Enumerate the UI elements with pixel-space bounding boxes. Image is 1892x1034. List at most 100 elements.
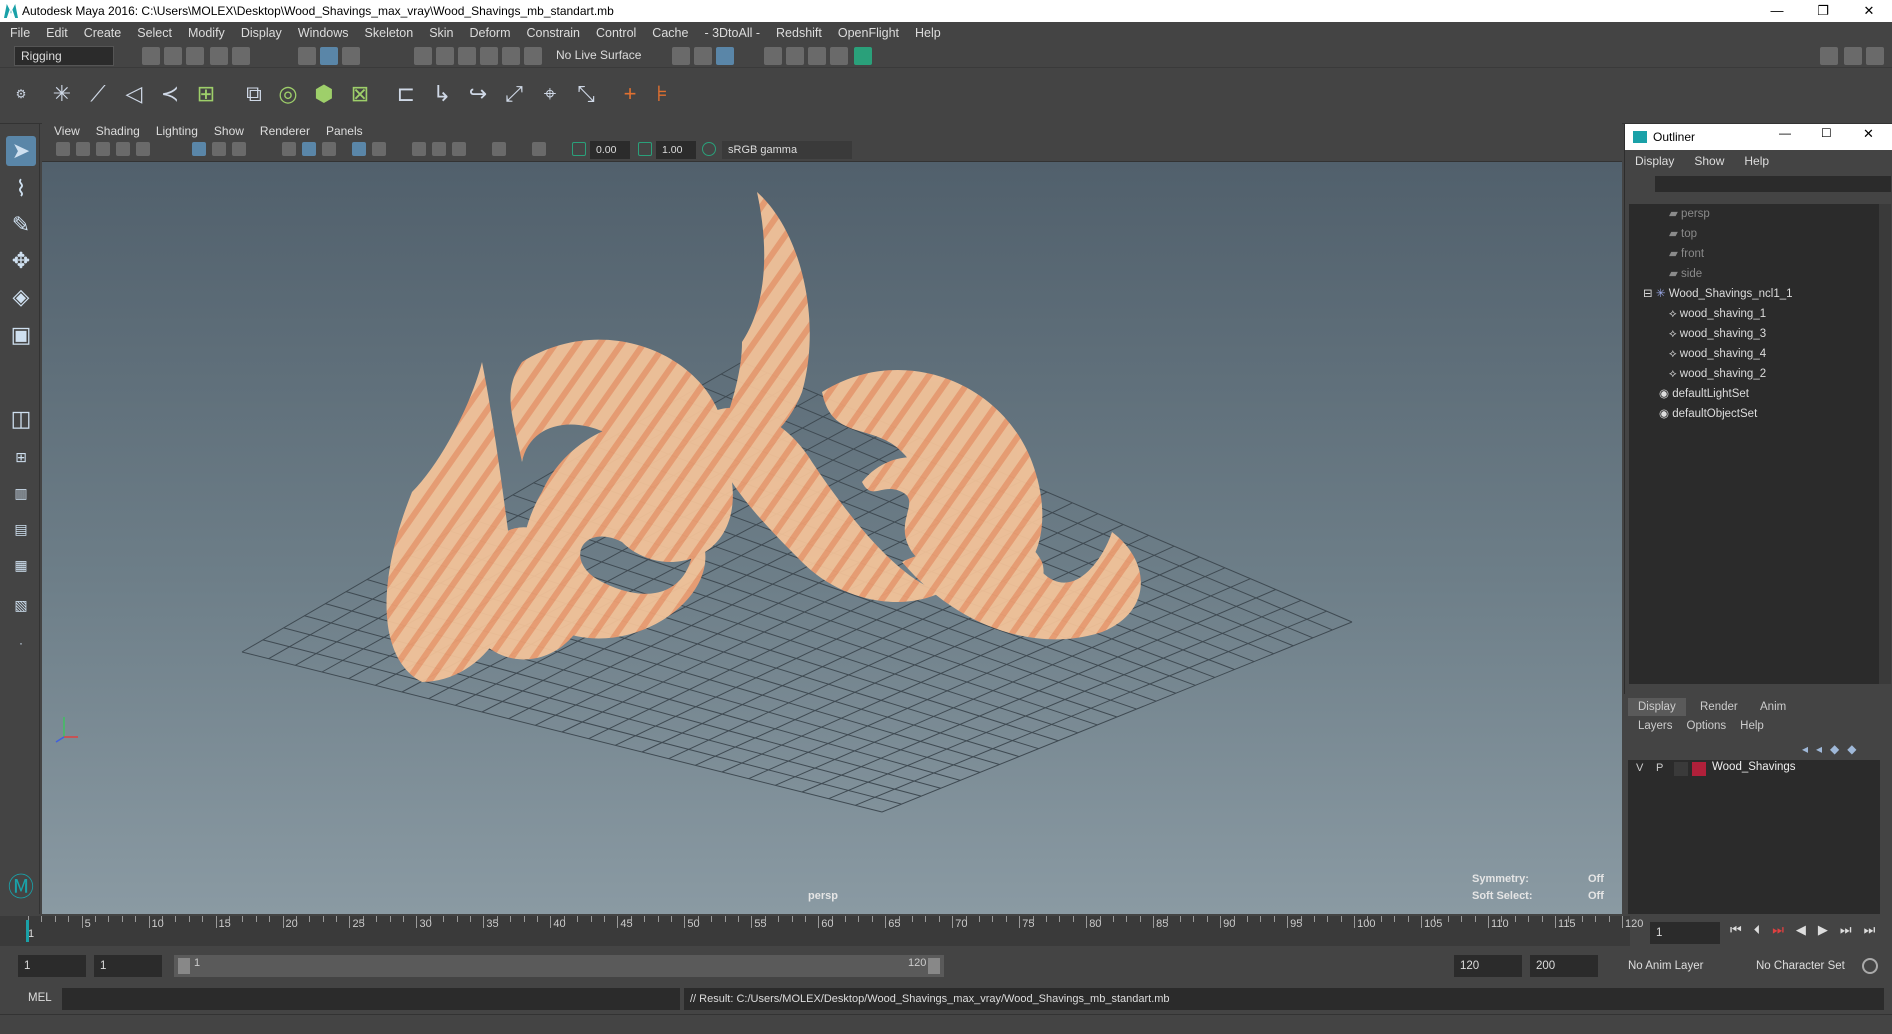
snap-point-icon[interactable] [458,47,476,65]
menu-skin[interactable]: Skin [429,26,453,40]
film-gate-icon[interactable] [212,142,226,156]
vp-menu-shading[interactable]: Shading [96,124,140,138]
range-end-handle[interactable] [928,958,940,974]
render-region-icon[interactable] [786,47,804,65]
scene-end-field[interactable]: 200 [1530,955,1598,977]
outliner-item-shaving-1[interactable]: ⟡ wood_shaving_1 [1669,304,1766,324]
command-input[interactable] [62,988,680,1010]
construction-history-icon[interactable] [716,47,734,65]
outliner-menu-display[interactable]: Display [1635,154,1674,168]
menu-openflight[interactable]: OpenFlight [838,26,899,40]
outliner-item-group[interactable]: ⊟ ✳ Wood_Shavings_ncl1_1 [1643,284,1793,304]
menu-skeleton[interactable]: Skeleton [365,26,414,40]
tab-display[interactable]: Display [1628,698,1686,716]
playback-start-field[interactable]: 1 [94,955,162,977]
cluster-icon[interactable]: ⬢ [308,78,340,110]
ik-spline-icon[interactable]: ◁ [118,78,150,110]
outliner-filter-field[interactable] [1655,176,1891,192]
outliner-item-persp[interactable]: ▰ persp [1669,204,1710,224]
menu-deform[interactable]: Deform [470,26,511,40]
close-button[interactable]: ✕ [1846,0,1892,22]
tab-render[interactable]: Render [1690,698,1748,716]
character-set-dropdown[interactable]: No Character Set [1750,955,1862,977]
vp-menu-show[interactable]: Show [214,124,244,138]
scene-start-field[interactable]: 1 [18,955,86,977]
wireframe-icon[interactable] [282,142,296,156]
layer-menu-layers[interactable]: Layers [1638,720,1673,732]
outliner-item-front[interactable]: ▰ front [1669,244,1704,264]
menu-edit[interactable]: Edit [46,26,68,40]
ik-fk-switch-icon[interactable]: ⊧ [646,78,678,110]
attribute-editor-icon[interactable] [1866,47,1884,65]
render-frame-icon[interactable] [764,47,782,65]
menu-modify[interactable]: Modify [188,26,225,40]
persp-uv-icon[interactable]: ▧ [6,590,36,620]
four-view-icon[interactable]: ⊞ [6,442,36,472]
grid-toggle-icon[interactable] [192,142,206,156]
menu-display[interactable]: Display [241,26,282,40]
output-ops-icon[interactable] [694,47,712,65]
pole-vector-icon[interactable]: ⤡ [570,78,602,110]
menu-control[interactable]: Control [596,26,636,40]
outliner-menu-help[interactable]: Help [1744,154,1769,168]
shadows-icon[interactable] [412,142,426,156]
playback-end-field[interactable]: 120 [1454,955,1522,977]
move-tool-icon[interactable]: ✥ [6,246,36,276]
render-settings-icon[interactable] [830,47,848,65]
snap-vertex-icon[interactable] [524,47,542,65]
outliner-scrollbar[interactable] [1879,204,1891,684]
step-back-key-icon[interactable]: ⏴ [1754,922,1761,938]
menu-3dtoall[interactable]: - 3DtoAll - [704,26,760,40]
vp-menu-lighting[interactable]: Lighting [156,124,198,138]
menu-cache[interactable]: Cache [652,26,688,40]
layer-visibility-toggle[interactable]: V [1636,762,1643,774]
smooth-shade-icon[interactable] [302,142,316,156]
camera-attributes-icon[interactable] [76,142,90,156]
ipr-render-icon[interactable] [808,47,826,65]
layer-color-swatch[interactable] [1692,762,1706,776]
play-forwards-icon[interactable]: ▶ [1818,922,1828,938]
colorspace-dropdown[interactable]: sRGB gamma [722,141,852,159]
lattice-icon[interactable]: ◎ [272,78,304,110]
anti-aliasing-icon[interactable] [452,142,466,156]
xray-icon[interactable] [532,142,546,156]
anim-layer-dropdown[interactable]: No Anim Layer [1622,955,1740,977]
insert-joint-icon[interactable]: ≺ [154,78,186,110]
resolution-gate-icon[interactable] [232,142,246,156]
persp-hypershade-icon[interactable]: ▦ [6,550,36,580]
vp-menu-view[interactable]: View [54,124,80,138]
hypershade-icon[interactable] [854,47,872,65]
outliner-item-shaving-2[interactable]: ⟡ wood_shaving_2 [1669,364,1766,384]
single-perspective-icon[interactable]: ◫ [6,404,36,434]
outliner-close-button[interactable]: ✕ [1863,126,1892,142]
aim-constraint-icon[interactable]: ⌖ [534,78,566,110]
custom-layout-icon[interactable]: · [6,628,36,658]
scale-constraint-icon[interactable]: ⤢ [498,78,530,110]
outliner-item-default-light-set[interactable]: ◉ defaultLightSet [1659,384,1749,404]
smooth-bind-icon[interactable]: ⧉ [238,78,270,110]
save-scene-icon[interactable] [186,47,204,65]
image-plane-icon[interactable] [116,142,130,156]
current-frame-field[interactable]: 1 [1650,922,1720,944]
use-lights-icon[interactable] [372,142,386,156]
outliner-item-shaving-3[interactable]: ⟡ wood_shaving_3 [1669,324,1766,344]
bind-skin-icon[interactable]: ⊞ [190,78,222,110]
gamma-field[interactable]: 1.00 [656,141,696,159]
layer-move-icons[interactable]: ◂◂◆◆ [1802,742,1865,756]
snap-view-icon[interactable] [480,47,498,65]
step-forward-frame-icon[interactable]: ⏭ [1840,922,1852,938]
scale-tool-icon[interactable]: ▣ [6,320,36,350]
tab-anim[interactable]: Anim [1750,698,1796,716]
2d-pan-zoom-icon[interactable] [136,142,150,156]
maya-home-icon[interactable]: Ⓜ [6,872,36,902]
layer-menu-options[interactable]: Options [1687,720,1727,732]
outliner-maximize-button[interactable]: ☐ [1821,126,1851,140]
command-language-toggle[interactable]: MEL [28,992,52,1004]
color-management-icon[interactable] [702,142,716,156]
menu-redshift[interactable]: Redshift [776,26,822,40]
outliner-item-default-object-set[interactable]: ◉ defaultObjectSet [1659,404,1757,424]
menuset-dropdown[interactable]: Rigging [14,46,114,66]
wrap-icon[interactable]: ⊠ [344,78,376,110]
isolate-select-icon[interactable] [492,142,506,156]
camera-select-icon[interactable] [56,142,70,156]
